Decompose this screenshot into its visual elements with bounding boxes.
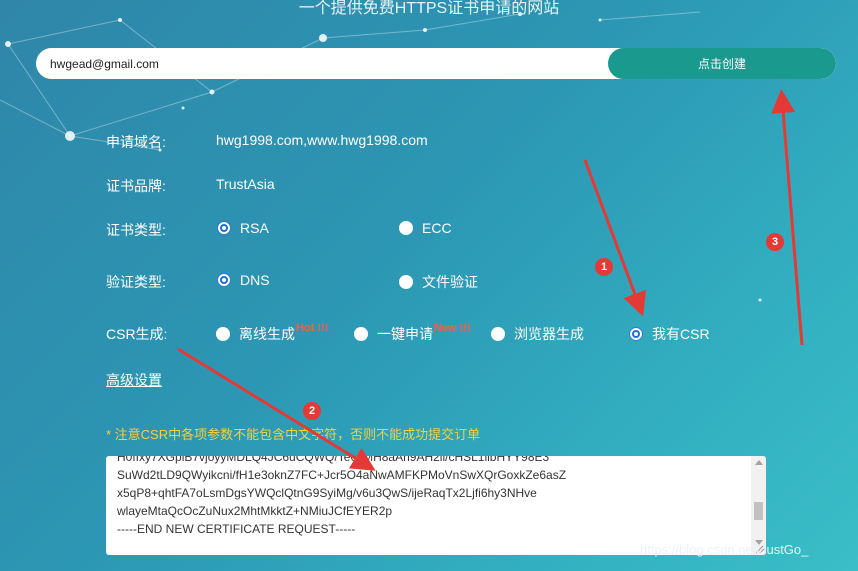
textarea-scrollbar[interactable] bbox=[751, 456, 766, 555]
radio-have-csr[interactable]: 我有CSR bbox=[629, 324, 710, 344]
domain-label: 申请域名: bbox=[106, 134, 166, 150]
radio-button[interactable] bbox=[399, 275, 413, 289]
annotation-badge-3: 3 bbox=[766, 233, 784, 251]
radio-button[interactable] bbox=[216, 327, 230, 341]
hot-badge: Hot !!! bbox=[296, 322, 329, 334]
radio-one-click-label: 一键申请 bbox=[377, 326, 433, 342]
radio-button-checked[interactable] bbox=[629, 327, 643, 341]
csr-line: x5qP8+qhtFA7oLsmDgsYWQclQtnG9SyiMg/v6u3Q… bbox=[117, 486, 537, 500]
radio-have-csr-label: 我有CSR bbox=[652, 326, 710, 342]
new-badge: New !!! bbox=[434, 322, 471, 334]
radio-offline-label: 离线生成 bbox=[239, 326, 295, 342]
radio-file-verify-label: 文件验证 bbox=[422, 274, 478, 290]
radio-rsa[interactable]: RSA bbox=[217, 220, 269, 236]
radio-rsa-label: RSA bbox=[240, 220, 269, 236]
scroll-up-arrow-icon[interactable] bbox=[755, 460, 763, 465]
radio-ecc[interactable]: ECC bbox=[399, 220, 452, 236]
radio-button[interactable] bbox=[354, 327, 368, 341]
email-bar: 点击创建 bbox=[36, 48, 836, 79]
create-button[interactable]: 点击创建 bbox=[608, 48, 836, 79]
brand-value: TrustAsia bbox=[216, 176, 275, 192]
csr-textarea[interactable]: H0fIxy7XGplB7vjoyyMDLQ4JC6uCQWQ/Te6kMH8a… bbox=[106, 456, 766, 555]
radio-dns[interactable]: DNS bbox=[217, 272, 270, 288]
page-title: 一个提供免费HTTPS证书申请的网站 bbox=[298, 0, 560, 17]
csr-label: CSR生成: bbox=[106, 326, 168, 342]
radio-browser-generate[interactable]: 浏览器生成 bbox=[491, 324, 584, 344]
csr-warning-text: * 注意CSR中各项参数不能包含中文字符，否则不能成功提交订单 bbox=[106, 427, 481, 442]
radio-dns-label: DNS bbox=[240, 272, 270, 288]
scroll-thumb[interactable] bbox=[754, 502, 763, 520]
annotation-badge-2: 2 bbox=[303, 402, 321, 420]
verify-type-label: 验证类型: bbox=[106, 274, 166, 290]
radio-ecc-label: ECC bbox=[422, 220, 452, 236]
radio-offline-generate[interactable]: 离线生成 Hot !!! bbox=[216, 322, 329, 344]
csr-text-content: H0fIxy7XGplB7vjoyyMDLQ4JC6uCQWQ/Te6kMH8a… bbox=[117, 456, 566, 538]
domain-value: hwg1998.com,www.hwg1998.com bbox=[216, 132, 428, 148]
advanced-settings-link[interactable]: 高级设置 bbox=[106, 370, 162, 390]
csr-line: SuWd2tLD9QWyikcni/fH1e3oknZ7FC+Jcr5O4aNw… bbox=[117, 468, 567, 482]
radio-button-checked[interactable] bbox=[217, 273, 231, 287]
radio-button[interactable] bbox=[491, 327, 505, 341]
csr-line: H0fIxy7XGplB7vjoyyMDLQ4JC6uCQWQ/Te6kMH8a… bbox=[117, 456, 550, 464]
brand-label: 证书品牌: bbox=[106, 178, 166, 194]
email-input[interactable] bbox=[50, 48, 610, 79]
radio-file-verify[interactable]: 文件验证 bbox=[399, 272, 478, 292]
radio-button-checked[interactable] bbox=[217, 221, 231, 235]
annotation-badge-1: 1 bbox=[595, 258, 613, 276]
radio-browser-label: 浏览器生成 bbox=[514, 326, 584, 342]
radio-button[interactable] bbox=[399, 221, 413, 235]
watermark: https://blog.csdn.net/JustGo_ bbox=[640, 542, 809, 557]
csr-line: -----END NEW CERTIFICATE REQUEST----- bbox=[117, 522, 356, 536]
radio-one-click[interactable]: 一键申请 New !!! bbox=[354, 322, 471, 344]
csr-line: wlayeMtaQcOcZuNux2MhtMkktZ+NMiuJCfEYER2p bbox=[117, 504, 393, 518]
cert-type-label: 证书类型: bbox=[106, 222, 166, 238]
